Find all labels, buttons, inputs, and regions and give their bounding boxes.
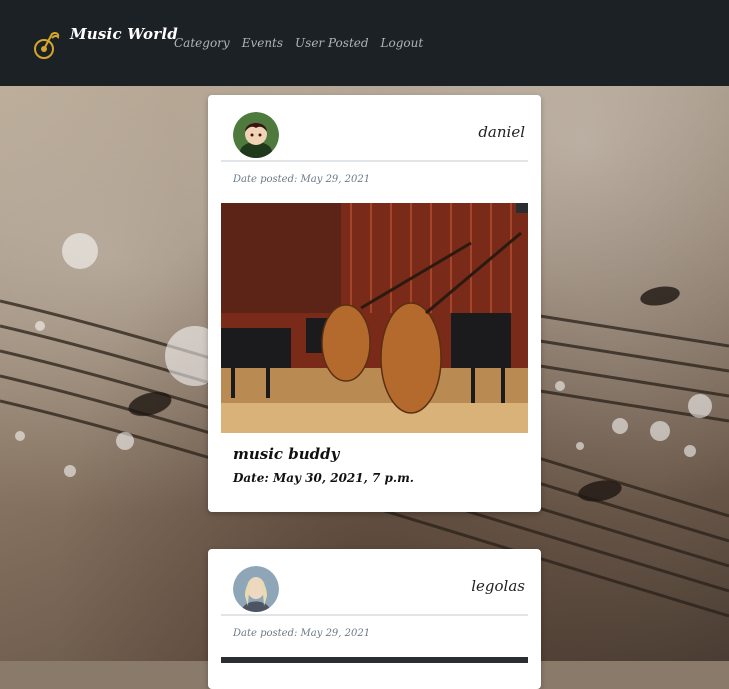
post-card: legolas Date posted: May 29, 2021 xyxy=(208,549,541,689)
post-header: daniel xyxy=(221,106,528,162)
post-image-preview[interactable] xyxy=(221,657,528,663)
post-date-posted: Date posted: May 29, 2021 xyxy=(233,174,371,185)
post-event-date: Date: May 30, 2021, 7 p.m. xyxy=(233,471,414,485)
post-author[interactable]: legolas xyxy=(471,577,525,595)
nav-item-events[interactable]: Events xyxy=(242,36,283,50)
avatar[interactable] xyxy=(233,566,279,612)
orchestra-instruments-image[interactable] xyxy=(221,203,528,433)
nav-item-user-posted[interactable]: User Posted xyxy=(295,36,369,50)
post-date-posted: Date posted: May 29, 2021 xyxy=(233,628,371,639)
avatar[interactable] xyxy=(233,112,279,158)
main-nav: Category Events User Posted Logout xyxy=(174,36,423,50)
post-card: daniel Date posted: May 29, 2021 music b… xyxy=(208,95,541,512)
post-author[interactable]: daniel xyxy=(478,123,525,141)
nav-item-logout[interactable]: Logout xyxy=(381,36,424,50)
brand-name[interactable]: Music World xyxy=(70,25,178,43)
post-title[interactable]: music buddy xyxy=(233,445,339,463)
post-header: legolas xyxy=(221,560,528,616)
navbar: Music World Category Events User Posted … xyxy=(0,0,729,86)
music-note-logo-icon[interactable] xyxy=(33,30,61,62)
nav-item-category[interactable]: Category xyxy=(174,36,230,50)
